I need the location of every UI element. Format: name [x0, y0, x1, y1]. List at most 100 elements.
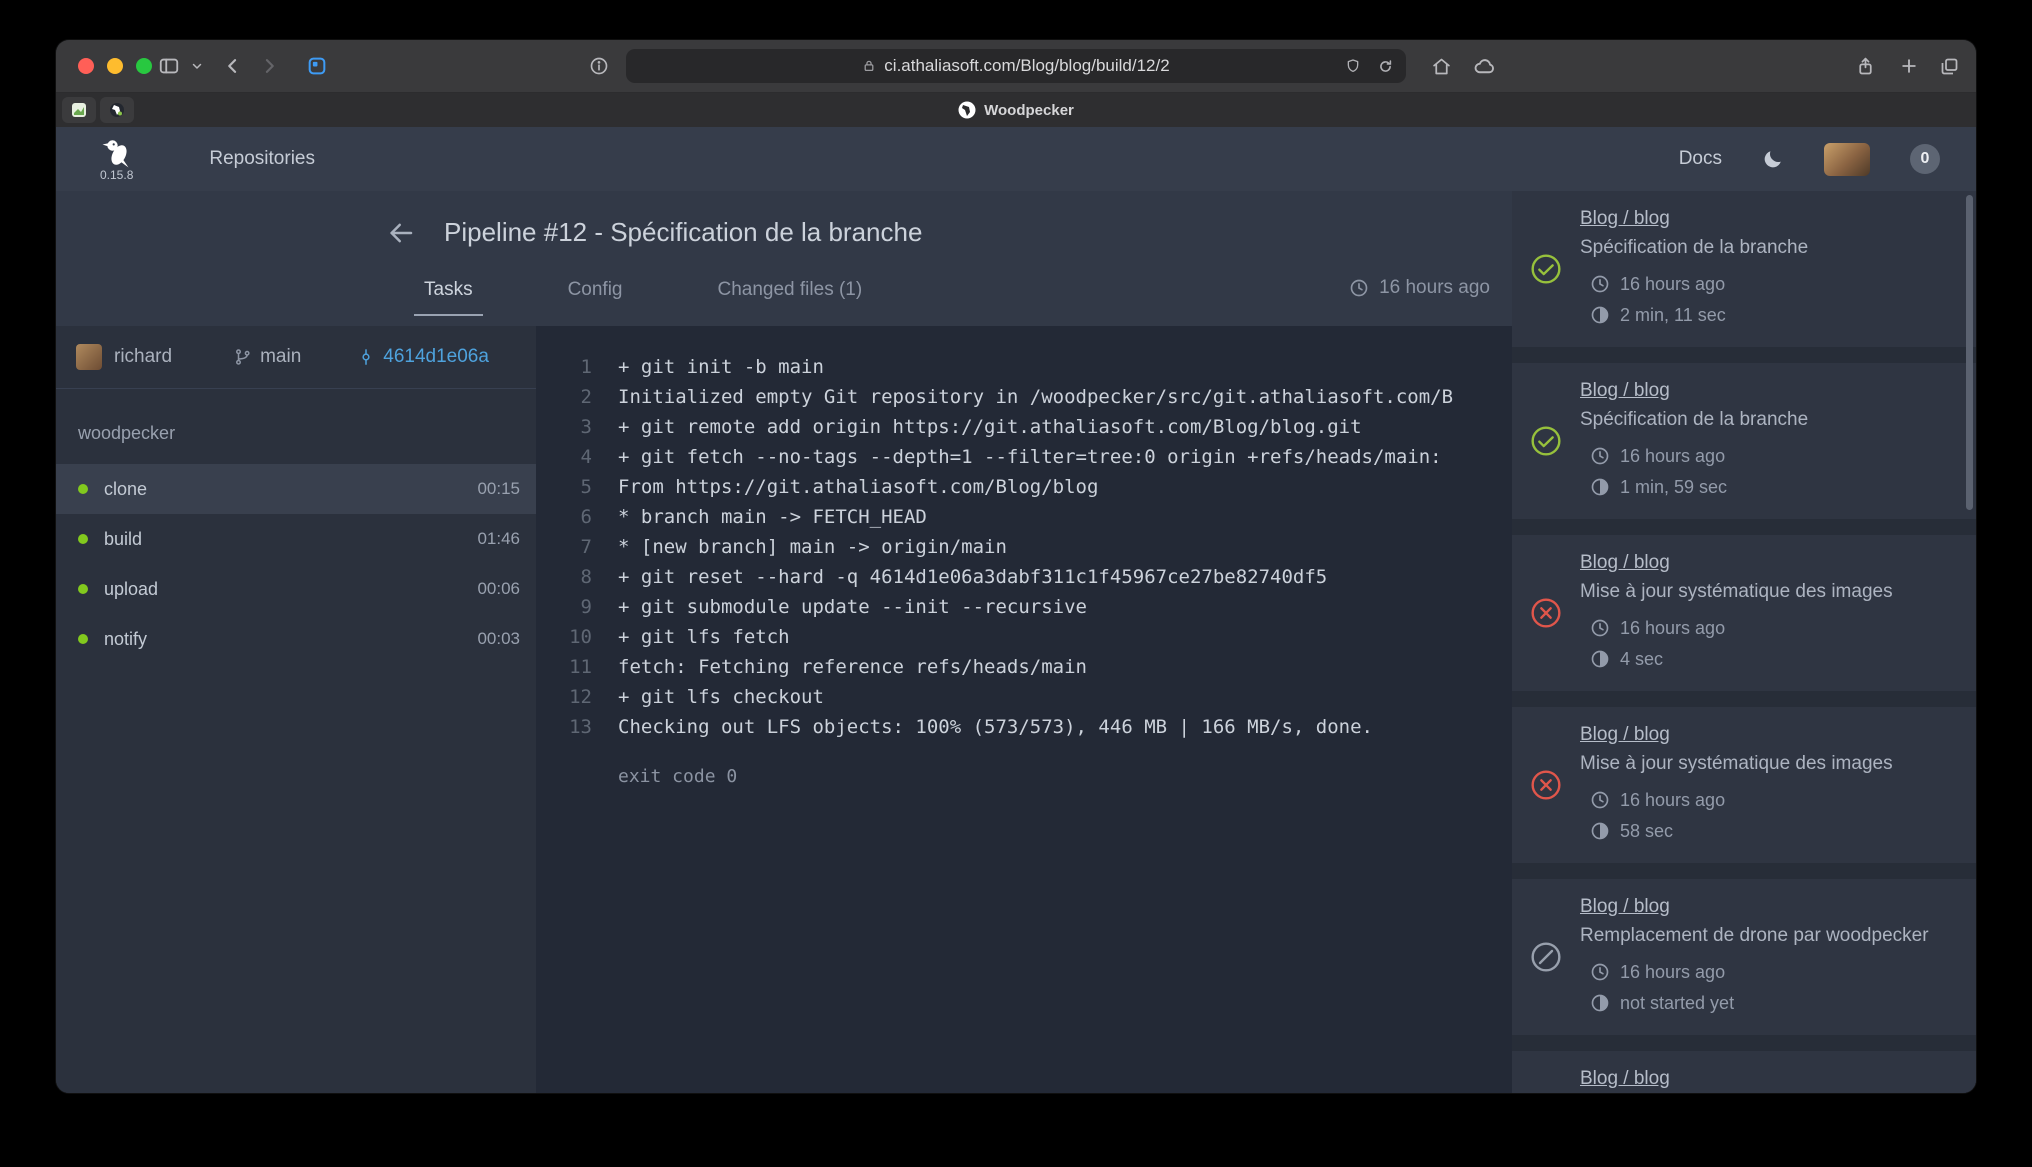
tab-changed-files[interactable]: Changed files (1) [718, 279, 863, 301]
line-number: 13 [536, 712, 618, 742]
info-icon[interactable] [584, 40, 614, 92]
step-duration: 01:46 [477, 529, 520, 549]
build-repo-link[interactable]: Blog / blog [1580, 724, 1670, 746]
tab-tasks[interactable]: Tasks [424, 279, 473, 301]
privacy-shield-icon[interactable] [1345, 58, 1361, 74]
build-time-ago: 16 hours ago [1620, 446, 1725, 467]
build-message: Spécification de la branche [1580, 409, 1808, 431]
build-card-body: Blog / blog Spécification de la branche … [1580, 380, 1808, 503]
address-bar-actions [1345, 49, 1394, 83]
status-not-started-icon [1530, 941, 1562, 973]
minimize-window-button[interactable] [107, 58, 123, 74]
tab-group-icon[interactable] [300, 40, 334, 92]
build-time-row: 16 hours ago [1590, 441, 1808, 472]
dark-mode-toggle-icon[interactable] [1762, 148, 1784, 170]
console-line: 3+ git remote add origin https://git.ath… [536, 412, 1512, 442]
nav-repositories-link[interactable]: Repositories [209, 148, 315, 170]
build-card-body: Blog / blog Mise à jour systématique des… [1580, 552, 1893, 675]
home-icon[interactable] [1424, 40, 1458, 92]
user-avatar[interactable] [1824, 143, 1870, 176]
browser-toolbar: ci.athaliasoft.com/Blog/blog/build/12/2 [56, 40, 1976, 93]
build-card[interactable]: Blog / blog Spécification de la branche … [1512, 191, 1976, 347]
build-card[interactable]: Blog / blog Mise à jour systématique des… [1512, 707, 1976, 863]
build-card-body: Blog / blog [1580, 1068, 1670, 1094]
share-icon[interactable] [1848, 40, 1882, 92]
tab-strip: Woodpecker [56, 93, 1976, 127]
console-line: 1+ git init -b main [536, 352, 1512, 382]
pipeline-title: Pipeline #12 - Spécification de la branc… [444, 217, 922, 248]
close-window-button[interactable] [78, 58, 94, 74]
console-line: 4+ git fetch --no-tags --depth=1 --filte… [536, 442, 1512, 472]
build-card[interactable]: Blog / blog Mise à jour systématique des… [1512, 535, 1976, 691]
chevron-down-icon[interactable] [188, 40, 206, 92]
build-repo-link[interactable]: Blog / blog [1580, 208, 1670, 230]
nav-docs-link[interactable]: Docs [1679, 148, 1722, 170]
status-success-icon [1530, 253, 1562, 285]
git-branch-icon [234, 348, 252, 366]
build-repo-link[interactable]: Blog / blog [1580, 1068, 1670, 1090]
tab-favicon-woodpecker [958, 101, 976, 119]
workflow-group-label: woodpecker [56, 389, 536, 464]
back-button[interactable] [218, 40, 248, 92]
clock-icon [1590, 274, 1610, 294]
sidebar-scrollbar-thumb[interactable] [1966, 195, 1973, 510]
new-tab-icon[interactable] [1894, 40, 1924, 92]
step-status-dot [78, 534, 88, 544]
build-time-row: 16 hours ago [1590, 785, 1893, 816]
build-repo-link[interactable]: Blog / blog [1580, 896, 1670, 918]
build-card-body: Blog / blog Remplacement de drone par wo… [1580, 896, 1929, 1019]
line-text: Checking out LFS objects: 100% (573/573)… [618, 712, 1373, 742]
back-arrow-icon[interactable] [386, 218, 416, 248]
woodpecker-logo[interactable]: 0.15.8 [100, 137, 133, 182]
step-notify[interactable]: notify 00:03 [56, 614, 536, 664]
lock-icon [862, 59, 876, 73]
build-duration: 58 sec [1620, 821, 1673, 842]
status-failure-icon [1530, 597, 1562, 629]
step-status-dot [78, 634, 88, 644]
line-number: 9 [536, 592, 618, 622]
build-message: Spécification de la branche [1580, 237, 1808, 259]
step-clone[interactable]: clone 00:15 [56, 464, 536, 514]
line-number: 11 [536, 652, 618, 682]
build-card[interactable]: Blog / blog Remplacement de drone par wo… [1512, 879, 1976, 1035]
app-body: Pipeline #12 - Spécification de la branc… [56, 191, 1976, 1093]
console-output: 1+ git init -b main 2Initialized empty G… [536, 326, 1512, 1093]
step-duration: 00:15 [477, 479, 520, 499]
tab-overview-icon[interactable] [1932, 40, 1966, 92]
duration-icon [1590, 993, 1610, 1013]
line-text: * [new branch] main -> origin/main [618, 532, 1007, 562]
build-card[interactable]: Blog / blog Spécification de la branche … [1512, 363, 1976, 519]
commit-link[interactable]: 4614d1e06a [357, 346, 489, 368]
reload-icon[interactable] [1377, 58, 1394, 75]
line-number: 8 [536, 562, 618, 592]
build-repo-link[interactable]: Blog / blog [1580, 552, 1670, 574]
zoom-window-button[interactable] [136, 58, 152, 74]
build-card[interactable]: Blog / blog [1512, 1051, 1976, 1093]
step-upload[interactable]: upload 00:06 [56, 564, 536, 614]
build-card-body: Blog / blog Spécification de la branche … [1580, 208, 1808, 331]
status-success-icon [1530, 425, 1562, 457]
line-number: 1 [536, 352, 618, 382]
desktop: { "browser": { "url": "ci.athaliasoft.co… [0, 0, 2032, 1167]
address-bar[interactable]: ci.athaliasoft.com/Blog/blog/build/12/2 [626, 49, 1406, 83]
sidebar-toggle-icon[interactable] [152, 40, 186, 92]
console-line: 5From https://git.athaliasoft.com/Blog/b… [536, 472, 1512, 502]
step-name: upload [104, 579, 158, 600]
branch-name: main [260, 346, 301, 368]
line-text: * branch main -> FETCH_HEAD [618, 502, 927, 532]
build-duration-row: 4 sec [1590, 644, 1893, 675]
build-repo-link[interactable]: Blog / blog [1580, 380, 1670, 402]
pipeline-title-row: Pipeline #12 - Spécification de la branc… [386, 217, 922, 248]
notification-badge[interactable]: 0 [1910, 144, 1940, 174]
tab-config[interactable]: Config [568, 279, 623, 301]
line-number: 6 [536, 502, 618, 532]
cloud-icon[interactable] [1466, 40, 1502, 92]
active-tab[interactable]: Woodpecker [56, 93, 1976, 127]
step-build[interactable]: build 01:46 [56, 514, 536, 564]
window-controls [78, 58, 152, 74]
line-text: + git fetch --no-tags --depth=1 --filter… [618, 442, 1442, 472]
forward-button[interactable] [254, 40, 284, 92]
commit-meta-row: richard main 4614 [56, 326, 536, 389]
build-time-ago: 16 hours ago [1620, 274, 1725, 295]
line-text: fetch: Fetching reference refs/heads/mai… [618, 652, 1087, 682]
